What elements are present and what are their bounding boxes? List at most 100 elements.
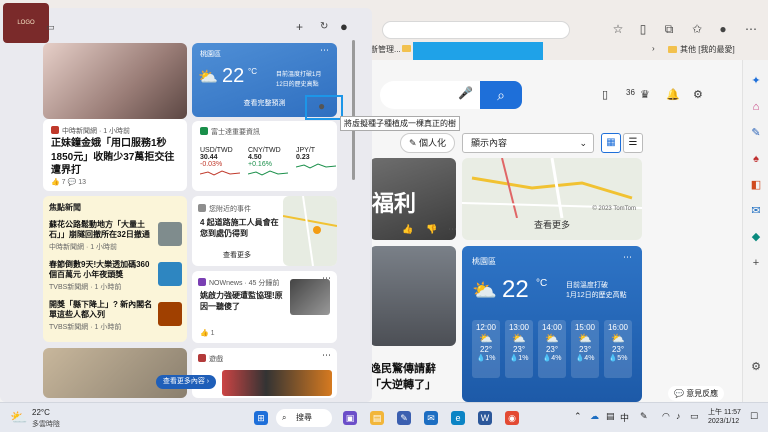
notification-icon[interactable]: ☐	[750, 411, 758, 422]
notes-app-icon[interactable]: ✎	[397, 411, 411, 425]
news-card-1[interactable]: 中時新聞網 · 1 小時前 正妹鐘金娥「用口服務1秒1850元」收賄少37萬拒交…	[43, 119, 187, 191]
teams-chat-icon[interactable]: ▣	[343, 411, 357, 425]
sparkle-icon[interactable]: ✦	[749, 74, 763, 88]
weather-more-icon[interactable]: ⋯	[320, 45, 329, 56]
split-screen-icon[interactable]: ▯	[636, 22, 650, 36]
map-copyright: © 2023 TomTom	[592, 206, 636, 212]
search-button[interactable]: ⌕	[480, 81, 522, 109]
rewards-icon[interactable]: ♛	[640, 88, 650, 101]
tray-app-icon[interactable]: ▤	[606, 411, 615, 422]
feedback-button[interactable]: 💬 意見反應	[668, 386, 725, 401]
thumbs-down-icon[interactable]: 👎	[426, 224, 437, 235]
stock-ticker[interactable]: USD/TWD 30.44 -0.03%	[199, 147, 244, 180]
weather-note-1: 目前溫度打破1月	[276, 72, 322, 78]
bookmark-item-1[interactable]: 斷管理...	[370, 44, 401, 55]
drop-icon[interactable]: ◆	[749, 230, 763, 244]
windows-start-icon[interactable]: ⊞	[254, 411, 268, 425]
leaf-icon[interactable]: ●	[318, 99, 325, 113]
chrome-browser-icon[interactable]: ◉	[505, 411, 519, 425]
mail-app-icon[interactable]: ✉	[424, 411, 438, 425]
focus-title: 焦點新聞	[49, 203, 81, 212]
speaker-icon[interactable]: ♪	[676, 411, 681, 421]
list-view-button[interactable]: ☰	[623, 133, 643, 153]
sports-news-widget[interactable]: NOWnews · 45 分鐘前 ⋯ 姚啟力強硬遭監協理!原因一聽傻了 👍 1	[192, 271, 337, 343]
more-icon[interactable]: ⋯	[448, 224, 457, 235]
display-content-select[interactable]: 顯示內容 ⌄	[462, 133, 594, 153]
tools-icon[interactable]: ✎	[749, 126, 763, 140]
msn-weather-card[interactable]: 桃園區 ⋯ ⛅ 22 °C 目前溫度打破 1月12日的歷史高點 12:00 ⛅ 22…	[462, 246, 642, 402]
microphone-icon[interactable]: 🎤	[458, 86, 473, 100]
add-widget-icon[interactable]: +	[296, 20, 303, 34]
taskbar-weather-desc[interactable]: 多雲時陰	[32, 419, 60, 429]
sports-reactions[interactable]: 👍 1	[200, 329, 215, 337]
traffic-mini-map[interactable]	[283, 196, 337, 266]
tray-pen-icon[interactable]: ✎	[640, 411, 648, 422]
sidebar-settings-icon[interactable]: ⚙	[749, 360, 763, 374]
wifi-icon[interactable]: ◠	[662, 411, 670, 422]
add-icon[interactable]: +	[749, 256, 763, 270]
gear-icon[interactable]: ⚙	[693, 88, 703, 101]
user-avatar-icon[interactable]: ●	[340, 19, 348, 34]
address-bar[interactable]	[382, 21, 570, 39]
focus-news-item[interactable]: 春節倒數9天!大樂透加碼360個百萬元 小年夜頭獎 TVBS新聞網 · 1 小時前	[49, 260, 154, 292]
traffic-headline[interactable]: 4 起道路施工人員會在您到處仍得到	[200, 218, 280, 240]
personalize-button[interactable]: ✎ 個人化	[400, 133, 456, 153]
profile-icon[interactable]: ●	[716, 22, 730, 36]
stock-ticker[interactable]: JPY/T 0.23	[295, 147, 337, 173]
taskbar-time[interactable]: 上午 11:57	[708, 407, 741, 417]
tray-chevron-up-icon[interactable]: ⌃	[574, 411, 582, 422]
tray-cloud-icon[interactable]: ☁	[590, 411, 599, 422]
stocks-widget[interactable]: 富士達重要資訊 USD/TWD 30.44 -0.03% CNY/TWD 4.50 +0.…	[192, 121, 337, 191]
file-explorer-icon[interactable]: ▤	[370, 411, 384, 425]
taskbar-weather-temp[interactable]: 22°C	[32, 408, 50, 417]
more-options-icon[interactable]: ⋯	[744, 22, 758, 36]
sports-headline[interactable]: 姚啟力強硬遭監協理!原因一聽傻了	[200, 291, 286, 313]
channel-logo: LOGO	[3, 3, 49, 43]
focus-news-item[interactable]: 開獎「縣下降上」? 新內閣名單這些人都入列 TVBS新聞網 · 1 小時前	[49, 300, 154, 332]
focus-item-meta: 中時新聞網 · 1 小時前	[49, 243, 118, 251]
tooltip: 將虛擬種子種植成一棵真正的樹	[340, 116, 460, 131]
chevron-right-icon[interactable]: ›	[652, 44, 655, 53]
taskbar-search-box[interactable]: ⌕ 搜尋	[276, 409, 332, 427]
games-icon[interactable]: ♠	[749, 152, 763, 166]
news-photo-card[interactable]	[370, 246, 456, 346]
taskbar-weather-icon[interactable]: ⛅	[10, 409, 27, 426]
focus-item-meta: TVBS新聞網 · 1 小時前	[49, 323, 122, 331]
widget-close-icon[interactable]: ▭	[46, 22, 55, 33]
battery-icon[interactable]: ▭	[690, 411, 699, 422]
taskbar-date[interactable]: 2023/1/12	[708, 418, 739, 425]
refresh-icon[interactable]: ↻	[320, 21, 328, 32]
games-widget[interactable]: 遊戲 ⋯	[192, 348, 337, 398]
traffic-see-more[interactable]: 查看更多	[192, 250, 282, 260]
traffic-source: 您附近的事件	[198, 204, 251, 214]
office-icon[interactable]: ◧	[749, 178, 763, 192]
outlook-icon[interactable]: ✉	[749, 204, 763, 218]
games-more-icon[interactable]: ⋯	[322, 350, 331, 361]
thumbs-up-icon[interactable]: 👍	[402, 224, 413, 235]
focus-news-item[interactable]: 蘇花公路鬆動地方「大量土石」」崩隧回撤所在32日撤通 中時新聞網 · 1 小時前	[49, 220, 154, 252]
tag-icon[interactable]: ⌂	[749, 100, 763, 114]
news1-reactions[interactable]: 👍 7 💬 13	[51, 178, 86, 186]
focus-news-widget[interactable]: 焦點新聞 蘇花公路鬆動地方「大量土石」」崩隧回撤所在32日撤通 中時新聞網 · 1…	[43, 196, 187, 342]
news-photo[interactable]	[43, 43, 187, 119]
grid-view-button[interactable]: ▦	[601, 133, 621, 153]
edge-browser-icon[interactable]: e	[451, 411, 465, 425]
map-see-more[interactable]: 查看更多	[462, 218, 642, 231]
news1-headline[interactable]: 正妹鐘金娥「用口服務1秒1850元」收賄少37萬拒交往遭界打	[51, 137, 181, 178]
favorites-star-icon[interactable]: ☆	[611, 22, 625, 36]
traffic-map-card[interactable]: © 2023 TomTom 查看更多	[462, 158, 642, 240]
word-app-icon[interactable]: W	[478, 411, 492, 425]
see-more-content-button[interactable]: 查看更多內容 ›	[156, 375, 216, 389]
add-favorite-icon[interactable]: ✩	[690, 22, 704, 36]
ime-indicator[interactable]: 中	[620, 411, 629, 424]
collections-icon[interactable]: ⧉	[662, 22, 676, 36]
phone-icon[interactable]: ▯	[602, 88, 608, 101]
ticker-name: CNY/TWD	[248, 147, 281, 154]
bell-icon[interactable]: 🔔	[666, 88, 680, 101]
bookmark-other-favorites[interactable]: 其他 [我的最愛]	[668, 44, 735, 55]
widgets-scrollbar[interactable]	[352, 40, 355, 180]
stock-ticker[interactable]: CNY/TWD 4.50 +0.16%	[247, 147, 292, 180]
travel-photo-card[interactable]	[43, 348, 187, 398]
msn-weather-more-icon[interactable]: ⋯	[623, 252, 632, 263]
focus-item-thumbnail	[158, 262, 182, 286]
